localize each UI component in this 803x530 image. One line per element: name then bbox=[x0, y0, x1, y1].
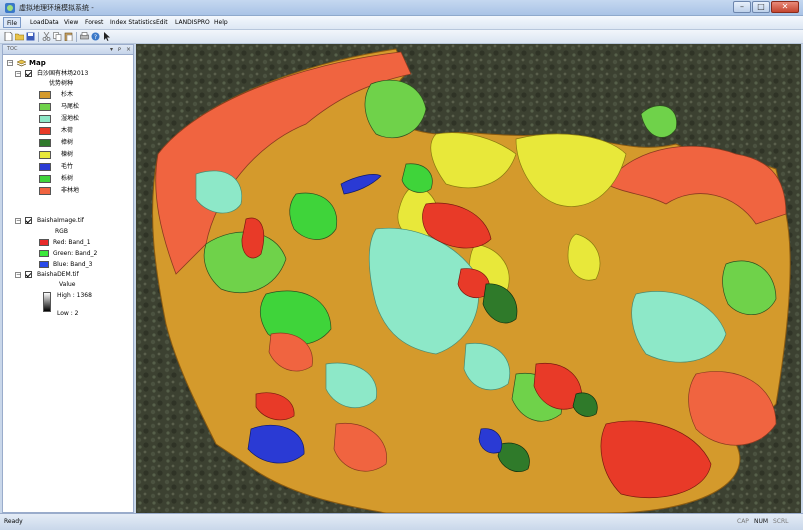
legend-label: 木荷 bbox=[61, 127, 74, 134]
dem-layer-name: BaishaDEM.tif bbox=[37, 271, 79, 278]
legend-swatch bbox=[39, 115, 51, 123]
legend-swatch bbox=[39, 163, 51, 171]
legend-swatch bbox=[39, 139, 51, 147]
legend-swatch bbox=[39, 151, 51, 159]
forest-group-label: 优势树种 bbox=[49, 80, 74, 87]
band-label: Green: Band_2 bbox=[53, 250, 98, 257]
legend-label: 非林地 bbox=[61, 187, 80, 194]
minimize-button[interactable]: – bbox=[733, 1, 751, 13]
dem-high-label: High : 1368 bbox=[57, 292, 92, 299]
image-group-label: RGB bbox=[55, 228, 68, 235]
legend-swatch bbox=[39, 187, 51, 195]
legend-swatch bbox=[39, 91, 51, 99]
map-layers-icon bbox=[17, 59, 26, 67]
band-label: Blue: Band_3 bbox=[53, 261, 93, 268]
dem-value-label: Value bbox=[59, 281, 76, 288]
image-layer-checkbox[interactable] bbox=[25, 217, 32, 224]
legend-swatch bbox=[39, 103, 51, 111]
paste-icon[interactable] bbox=[64, 32, 73, 41]
copy-icon[interactable] bbox=[53, 32, 62, 41]
collapse-icon[interactable]: − bbox=[7, 60, 13, 66]
band-swatch bbox=[39, 239, 49, 246]
svg-text:?: ? bbox=[94, 34, 97, 41]
menu-loaddata[interactable]: LoadData bbox=[27, 17, 62, 28]
toolbar-separator bbox=[38, 32, 39, 42]
legend-label: 马尾松 bbox=[61, 103, 80, 110]
new-file-icon[interactable] bbox=[4, 32, 13, 41]
menu-view[interactable]: View bbox=[61, 17, 81, 28]
collapse-icon[interactable]: − bbox=[15, 71, 21, 77]
window-controls: – □ ✕ bbox=[733, 1, 799, 13]
legend-label: 栎树 bbox=[61, 175, 74, 182]
band-label: Red: Band_1 bbox=[53, 239, 91, 246]
pointer-icon[interactable] bbox=[102, 32, 111, 41]
forest-map bbox=[136, 44, 801, 513]
dem-color-ramp bbox=[43, 292, 51, 312]
scrl-indicator: SCRL bbox=[773, 518, 789, 525]
menu-help[interactable]: Help bbox=[211, 17, 231, 28]
menu-bar: File LoadData View Forest Index Statisti… bbox=[0, 16, 803, 30]
band-swatch bbox=[39, 250, 49, 257]
forest-layer-name: 白沙国有林场2013 bbox=[37, 70, 89, 77]
map-polygon bbox=[241, 217, 265, 259]
legend-label: 杉木 bbox=[61, 91, 74, 98]
dem-layer-checkbox[interactable] bbox=[25, 271, 32, 278]
menu-edit[interactable]: Edit bbox=[153, 17, 171, 28]
menu-forest[interactable]: Forest bbox=[82, 17, 106, 28]
print-icon[interactable] bbox=[80, 32, 89, 41]
menu-file[interactable]: File bbox=[3, 17, 22, 28]
legend-swatch bbox=[39, 175, 51, 183]
toolbar: ? bbox=[0, 30, 803, 44]
dem-low-label: Low : 2 bbox=[57, 310, 79, 317]
legend-label: 樟树 bbox=[61, 139, 74, 146]
collapse-icon[interactable]: − bbox=[15, 218, 21, 224]
menu-index-statistics[interactable]: Index Statistics bbox=[107, 17, 159, 28]
map-canvas[interactable] bbox=[136, 44, 801, 513]
map-root-label: Map bbox=[29, 59, 46, 67]
cut-icon[interactable] bbox=[42, 32, 51, 41]
cap-indicator: CAP bbox=[737, 518, 749, 525]
help-icon[interactable]: ? bbox=[91, 32, 100, 41]
save-icon[interactable] bbox=[26, 32, 35, 41]
toolbar-separator bbox=[76, 32, 77, 42]
status-bar: Ready CAP NUM SCRL bbox=[0, 513, 803, 530]
num-indicator: NUM bbox=[754, 518, 769, 525]
toc-panel: TOC ▾ ᴘ × − Map − 白沙国有林场2013 优势树种 杉木 马尾松… bbox=[2, 44, 134, 513]
title-bar: 虚拟地理环境模拟系统 - – □ ✕ bbox=[0, 0, 803, 16]
toc-header: TOC ▾ ᴘ × bbox=[3, 45, 133, 55]
close-button[interactable]: ✕ bbox=[771, 1, 799, 13]
legend-label: 湿地松 bbox=[61, 115, 80, 122]
toc-title: TOC bbox=[7, 46, 18, 52]
app-icon bbox=[5, 3, 15, 13]
auto-hide-icon[interactable]: ᴘ bbox=[118, 45, 121, 54]
status-text: Ready bbox=[4, 518, 23, 525]
image-layer-name: BaishaImage.tif bbox=[37, 217, 84, 224]
menu-landispro[interactable]: LANDISPRO bbox=[172, 17, 213, 28]
collapse-icon[interactable]: − bbox=[15, 272, 21, 278]
band-swatch bbox=[39, 261, 49, 268]
pin-icon[interactable]: ▾ bbox=[110, 45, 113, 54]
close-panel-icon[interactable]: × bbox=[126, 45, 131, 54]
legend-label: 毛竹 bbox=[61, 163, 74, 170]
open-folder-icon[interactable] bbox=[15, 32, 24, 41]
window-title: 虚拟地理环境模拟系统 - bbox=[19, 4, 94, 12]
legend-label: 楝树 bbox=[61, 151, 74, 158]
forest-layer-checkbox[interactable] bbox=[25, 70, 32, 77]
legend-swatch bbox=[39, 127, 51, 135]
maximize-button[interactable]: □ bbox=[752, 1, 770, 13]
